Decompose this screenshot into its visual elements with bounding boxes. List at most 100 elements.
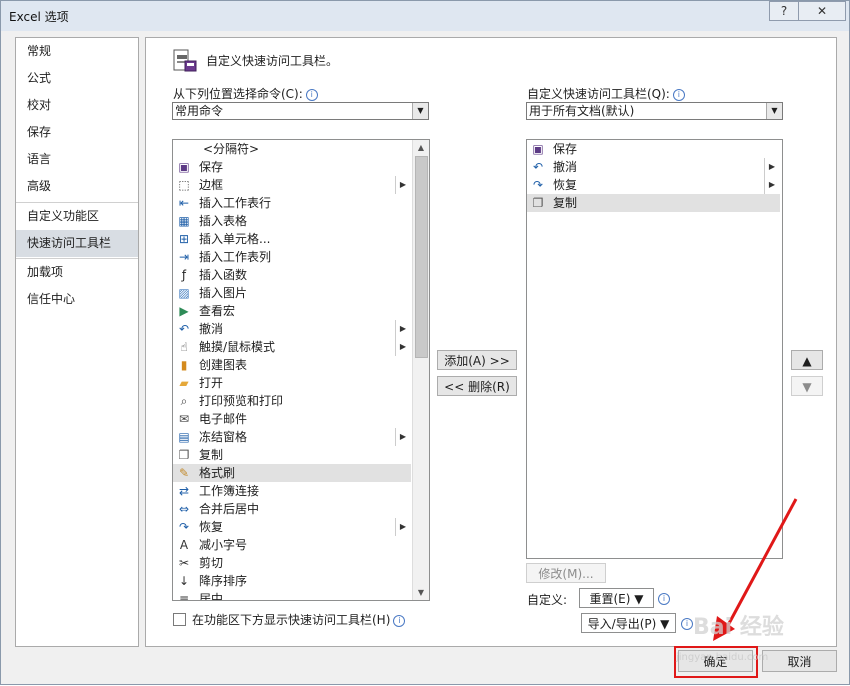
customizations-label: 自定义: [527,593,568,607]
command-item-label: 插入表格 [199,214,248,228]
command-item[interactable]: ✉ 电子邮件 [173,410,411,428]
command-item[interactable]: A 减小字号 [173,536,411,554]
move-down-button[interactable]: ▼ [791,376,823,396]
nav-item-trust-center[interactable]: 信任中心 [16,286,138,312]
close-button[interactable]: ✕ [798,1,846,21]
commands-list[interactable]: <分隔符> ▣ 保存 ⬚ 边框 ▶ ⇤ 插入工作表行 ▦ 插入表格 ⊞ 插入单元格... ⇥ 插入工作表列… [172,139,430,601]
toolbar-command-item[interactable]: ▣ 保存 [527,140,780,158]
submenu-arrow-icon[interactable]: ▶ [395,338,410,356]
command-item[interactable]: ▦ 插入表格 [173,212,411,230]
nav-item-language[interactable]: 语言 [16,146,138,172]
submenu-arrow-icon[interactable]: ▶ [764,176,779,194]
toolbar-command-item[interactable]: ↷ 恢复 ▶ [527,176,780,194]
choose-commands-text: 从下列位置选择命令(C): [173,87,303,101]
command-item[interactable]: ▰ 打开 [173,374,411,392]
command-item[interactable]: ▶ 查看宏 [173,302,411,320]
info-icon: i [672,88,685,101]
command-item[interactable]: ▮ 创建图表 [173,356,411,374]
remove-button[interactable]: << 删除(R) [437,376,517,396]
command-item[interactable]: ⇥ 插入工作表列 [173,248,411,266]
show-below-ribbon-checkbox[interactable] [173,613,186,626]
command-item[interactable]: ▨ 插入图片 [173,284,411,302]
modify-button[interactable]: 修改(M)... [526,563,606,583]
command-item[interactable]: <分隔符> [173,140,411,158]
command-item-label: 工作簿连接 [199,484,260,498]
scroll-thumb[interactable] [415,156,428,358]
cancel-button[interactable]: 取消 [762,650,837,672]
command-item-label: 插入单元格... [199,232,271,246]
reset-dropdown[interactable]: 重置(E) ▼ [579,588,654,608]
command-item[interactable]: ✎ 格式刷 [173,464,411,482]
nav-item-addins[interactable]: 加载项 [16,259,138,285]
submenu-arrow-icon[interactable]: ▶ [395,320,410,338]
customize-scope-dropdown[interactable]: 用于所有文档(默认) ▼ [526,102,783,120]
touch-icon: ☝ [180,340,188,354]
dropdown-arrow-icon[interactable]: ▼ [412,103,428,119]
command-item[interactable]: ƒ 插入函数 [173,266,411,284]
submenu-arrow-icon[interactable]: ▶ [395,428,410,446]
merge-center-icon: ⇔ [178,502,190,516]
info-icon: i [681,618,693,630]
submenu-arrow-icon[interactable]: ▶ [395,176,410,194]
insert-column-icon: ⇥ [178,250,190,264]
decrease-font-icon: A [179,538,189,552]
nav-item-customize-ribbon[interactable]: 自定义功能区 [16,203,138,229]
command-item-label: 查看宏 [199,304,236,318]
show-below-ribbon-label: 在功能区下方显示快速访问工具栏(H) i [192,611,406,628]
command-item-label: 复制 [199,448,224,462]
nav-item-advanced[interactable]: 高级 [16,173,138,199]
commands-list-scrollbar[interactable]: ▲ ▼ [412,140,429,600]
choose-commands-dropdown[interactable]: 常用命令 ▼ [172,102,429,120]
command-item[interactable]: ⌕ 打印预览和打印 [173,392,411,410]
move-up-button[interactable]: ▲ [791,350,823,370]
submenu-arrow-icon[interactable]: ▶ [395,518,410,536]
email-icon: ✉ [178,412,190,426]
command-item[interactable]: ↶ 撤消 ▶ [173,320,411,338]
command-item[interactable]: ▤ 冻结窗格 ▶ [173,428,411,446]
command-item-label: 插入函数 [199,268,248,282]
dropdown-arrow-icon[interactable]: ▼ [766,103,782,119]
print-preview-icon: ⌕ [180,394,188,408]
add-button[interactable]: 添加(A) >> [437,350,517,370]
command-item[interactable]: ▣ 保存 [173,158,411,176]
command-item[interactable]: ☝ 触摸/鼠标模式 ▶ [173,338,411,356]
command-item[interactable]: ✂ 剪切 [173,554,411,572]
nav-item-formulas[interactable]: 公式 [16,65,138,91]
command-item-label: 电子邮件 [199,412,248,426]
command-item[interactable]: ≡ 居中 [173,590,411,600]
command-item[interactable]: ⇄ 工作簿连接 [173,482,411,500]
command-item[interactable]: ↷ 恢复 ▶ [173,518,411,536]
command-item[interactable]: ❐ 复制 [173,446,411,464]
nav-item-save[interactable]: 保存 [16,119,138,145]
scroll-down-icon[interactable]: ▼ [413,585,429,600]
customize-scope-value: 用于所有文档(默认) [529,104,635,118]
page-title: 自定义快速访问工具栏。 [206,54,339,68]
insert-cells-icon: ⊞ [178,232,190,246]
nav-item-general[interactable]: 常规 [16,38,138,64]
macro-icon: ▶ [179,304,189,318]
redo-icon: ↷ [532,178,544,192]
insert-row-icon: ⇤ [178,196,190,210]
toolbar-command-item-label: 保存 [553,142,578,156]
command-item-label: 创建图表 [199,358,248,372]
command-item[interactable]: ⇔ 合并后居中 [173,500,411,518]
toolbar-command-item[interactable]: ❐ 复制 [527,194,780,212]
import-export-dropdown[interactable]: 导入/导出(P) ▼ [581,613,676,633]
command-item-label: 减小字号 [199,538,248,552]
help-button[interactable]: ? [769,1,799,21]
command-item[interactable]: ⊞ 插入单元格... [173,230,411,248]
command-item[interactable]: ↓ 降序排序 [173,572,411,590]
nav-item-proofing[interactable]: 校对 [16,92,138,118]
quick-access-toolbar-icon [173,49,197,72]
toolbar-commands-list[interactable]: ▣ 保存 ↶ 撤消 ▶ ↷ 恢复 ▶ ❐ 复制 [526,139,783,559]
command-item-label: 插入工作表行 [199,196,272,210]
toolbar-command-item[interactable]: ↶ 撤消 ▶ [527,158,780,176]
nav-item-quick-access-toolbar[interactable]: 快速访问工具栏 [16,230,138,257]
command-item[interactable]: ⇤ 插入工作表行 [173,194,411,212]
command-item[interactable]: ⬚ 边框 ▶ [173,176,411,194]
toolbar-command-item-label: 恢复 [553,178,578,192]
sort-desc-icon: ↓ [178,574,190,588]
scroll-up-icon[interactable]: ▲ [413,140,429,155]
submenu-arrow-icon[interactable]: ▶ [764,158,779,176]
command-item-label: 打印预览和打印 [199,394,284,408]
